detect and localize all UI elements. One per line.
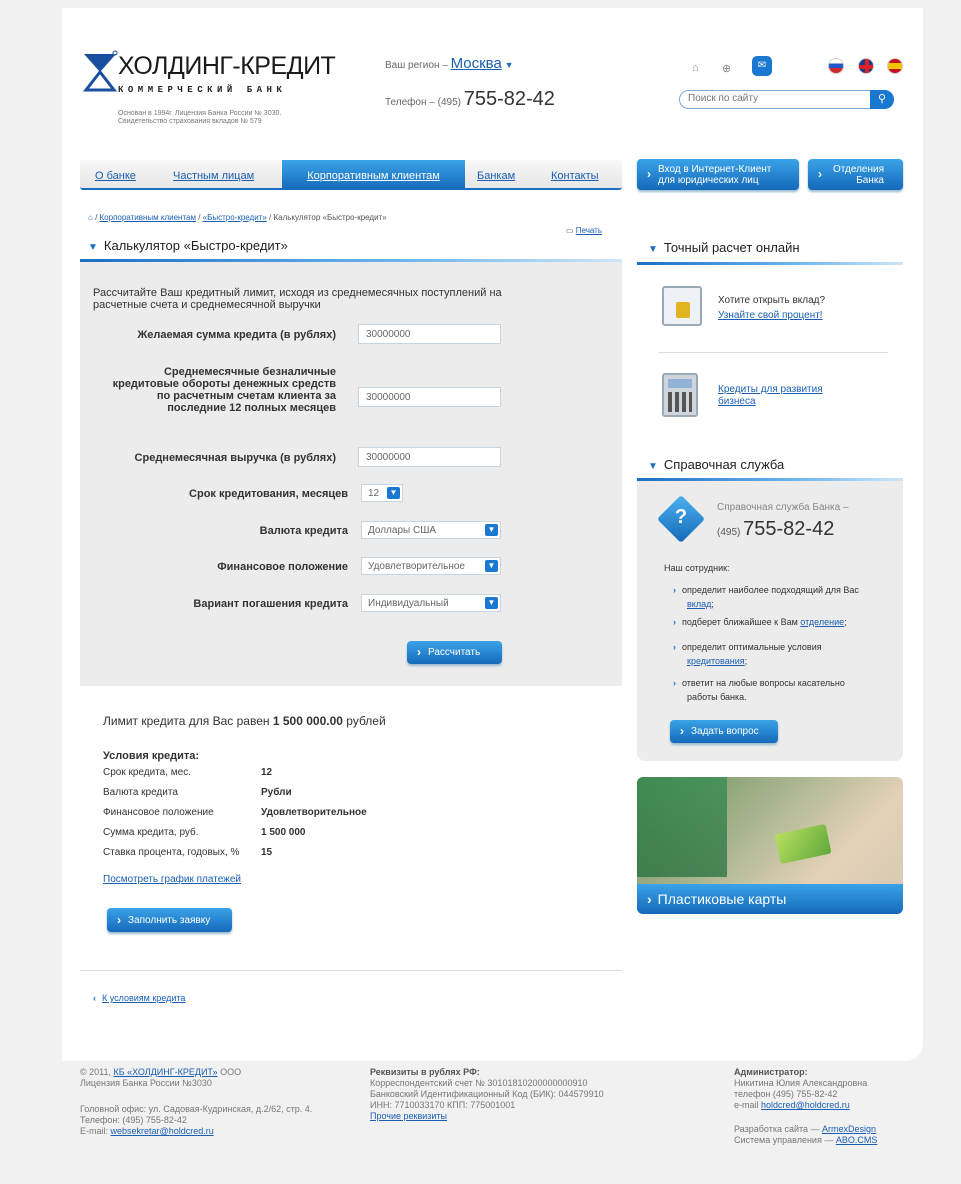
title-underline [637,262,903,265]
list-item: › подберет ближайшее к Вам отделение; [673,617,847,627]
plastic-cards-label: Пластиковые карты [657,891,787,907]
region-selector[interactable]: Ваш регион – Москва ▼ [385,55,514,72]
search-box: ⚲ [679,90,894,109]
help-label: Справочная служба Банка – [717,502,849,513]
deposit-question: Хотите открыть вклад? [718,295,826,306]
hourglass-logo-icon[interactable] [82,50,118,92]
banner-image [637,777,727,877]
branches-button[interactable]: › Отделения Банка [808,159,903,190]
business-loans-link[interactable]: Кредиты для развития бизнеса [718,384,823,407]
credit-link[interactable]: кредитования [687,656,745,666]
footer-company: © 2011, КБ «ХОЛДИНГ-КРЕДИТ» ООО Лицензия… [80,1067,313,1136]
calculator-icon [662,373,698,417]
footer-org-link[interactable]: КБ «ХОЛДИНГ-КРЕДИТ» [114,1067,218,1077]
logo-name: ХОЛДИНГ-КРЕДИТ [118,52,336,80]
list-item: › ответит на любые вопросы касательно рабо… [673,678,845,702]
staff-label: Наш сотрудник: [664,563,730,573]
home-icon[interactable]: ⌂ [692,62,699,74]
limit-result: Лимит кредита для Вас равен 1 500 000.00… [103,714,386,728]
deposit-rate-link[interactable]: Узнайте свой процент! [718,310,823,321]
label-revenue: Среднемесячная выручка (в рублях) [134,452,336,464]
nav-banks[interactable]: Банкам [477,170,515,182]
calculate-button[interactable]: › Рассчитать [407,641,502,664]
cms-link[interactable]: ABO.CMS [836,1135,878,1145]
repayment-select[interactable]: Индивидуальный ▼ [361,594,501,612]
label-loan-amount: Желаемая сумма кредита (в рублях) [137,329,336,341]
card-image [774,823,832,865]
apply-button[interactable]: › Заполнить заявку [107,908,232,932]
flag-ru-icon[interactable] [828,58,844,74]
help-phone: (495) 755-82-42 [717,518,835,540]
label-term: Срок кредитования, месяцев [189,488,348,500]
label-financial-state: Финансовое положение [217,561,348,573]
plastic-cards-banner[interactable]: › Пластиковые карты [637,777,903,914]
calc-intro: Рассчитайте Ваш кредитный лимит, исходя … [93,287,502,311]
footer-requisites: Реквизиты в рублях РФ: Корреспондентский… [370,1067,604,1121]
chevron-left-icon: ‹ [93,993,96,1003]
divider [658,352,888,353]
footer-admin: Администратор: Никитина Юлия Александров… [734,1067,878,1145]
table-row: Финансовое положение [103,807,214,818]
nav-private[interactable]: Частным лицам [173,170,254,182]
search-icon[interactable]: ⚲ [870,90,894,109]
label-currency: Валюта кредита [259,525,348,537]
breadcrumb-fast-credit[interactable]: «Быстро-кредит» [203,213,267,222]
flag-uk-icon[interactable] [858,58,874,74]
breadcrumb-corporate[interactable]: Корпоративным клиентам [100,213,196,222]
admin-email-link[interactable]: holdcred@holdcred.ru [761,1100,850,1110]
nav-contacts[interactable]: Контакты [551,170,599,182]
print-link[interactable]: ▭ Печать [566,226,602,235]
deposit-link[interactable]: вклад [687,599,711,609]
currency-select[interactable]: Доллары США ▼ [361,521,501,539]
list-item: › определит наиболее подходящий для Вас вк… [673,585,859,609]
other-requisites-link[interactable]: Прочие реквизиты [370,1111,447,1121]
developer-link[interactable]: ArmexDesign [822,1124,876,1134]
online-calc-title: ▼ Точный расчет онлайн [648,240,800,255]
footer-email-link[interactable]: websekretar@holdcred.ru [111,1126,214,1136]
help-desk-title: ▼ Справочная служба [648,457,785,472]
divider [80,970,622,971]
calc-title: ▼ Калькулятор «Быстро-кредит» [88,238,288,253]
sitemap-icon[interactable]: ⊕ [722,62,731,75]
branch-link[interactable]: отделение [800,617,844,627]
chevron-down-icon: ▼ [485,560,498,572]
table-row: Срок кредита, мес. [103,767,191,778]
label-repayment: Вариант погашения кредита [193,598,348,610]
flag-es-icon[interactable] [887,58,903,74]
payment-schedule-link[interactable]: Посмотреть график платежей [103,874,241,885]
table-row: Валюта кредита [103,787,178,798]
chevron-down-icon: ▼ [387,487,400,499]
chevron-down-icon: ▼ [504,60,514,70]
printer-icon: ▭ [566,226,574,235]
logo-note: Основан в 1994г. Лицензия Банка России №… [118,110,282,125]
header-phone: Телефон – (495) 755-82-42 [385,88,555,110]
nav-about[interactable]: О банке [95,170,136,182]
internet-client-button[interactable]: › Вход в Интернет-Клиент для юридических … [637,159,799,190]
table-row: Ставка процента, годовых, % [103,847,240,858]
table-row: Сумма кредита, руб. [103,827,199,838]
ask-question-button[interactable]: › Задать вопрос [670,720,778,743]
logo-subtitle: КОММЕРЧЕСКИЙ БАНК [118,85,287,95]
calc-panel [80,262,622,686]
breadcrumb: ⌂ / Корпоративным клиентам / «Быстро-кре… [88,213,387,222]
search-input[interactable] [688,93,858,104]
revenue-input[interactable]: 30000000 [358,447,501,467]
deposit-icon [662,286,702,326]
financial-state-select[interactable]: Удовлетворительное ▼ [361,557,501,575]
home-icon[interactable]: ⌂ [88,213,93,222]
turnover-input[interactable]: 30000000 [358,387,501,407]
nav-corporate[interactable]: Корпоративным клиентам [282,160,465,190]
list-item: › определит оптимальные условия кредитован… [673,642,822,666]
chevron-down-icon: ▼ [485,597,498,609]
conditions-title: Условия кредита: [103,750,200,762]
loan-amount-input[interactable]: 30000000 [358,324,501,344]
back-link[interactable]: ‹ К условиям кредита [93,993,185,1003]
label-turnover: Среднемесячные безналичные кредитовые об… [112,366,336,414]
chevron-down-icon: ▼ [485,524,498,536]
mail-icon[interactable]: ✉ [752,56,772,76]
term-select[interactable]: 12 ▼ [361,484,403,502]
